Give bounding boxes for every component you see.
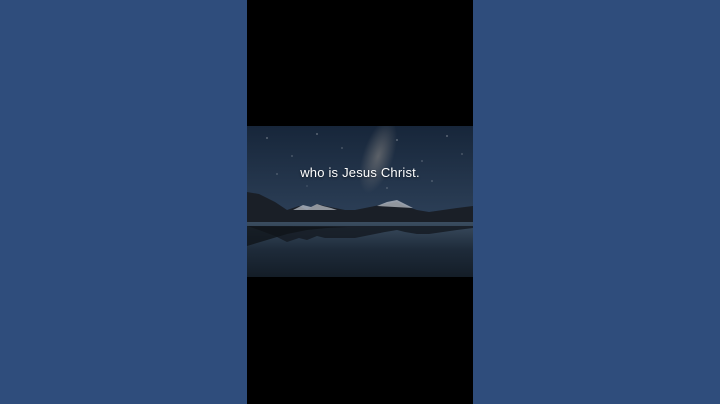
video-caption: who is Jesus Christ. — [300, 165, 420, 180]
right-blurred-background — [473, 0, 720, 404]
night-mountain-lake-image — [247, 126, 473, 277]
left-blurred-background — [0, 0, 247, 404]
video-player[interactable]: who is Jesus Christ. — [247, 0, 473, 404]
shorts-player-stage: who is Jesus Christ. — [0, 0, 720, 404]
